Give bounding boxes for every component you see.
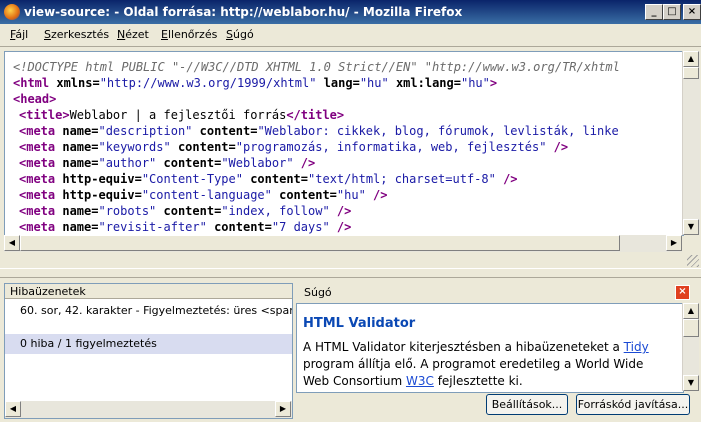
- help-text-line: program állítja elő. A programot eredeti…: [303, 357, 644, 371]
- error-list-header: Hibaüzenetek: [5, 284, 292, 299]
- scroll-up-icon[interactable]: ▲: [683, 51, 699, 67]
- menu-view[interactable]: Nézet: [117, 28, 149, 41]
- help-text-line: Web Consortium W3C fejlesztette ki.: [303, 374, 523, 388]
- error-list-panel: Hibaüzenetek 60. sor, 42. karakter - Fig…: [4, 283, 293, 419]
- fix-source-button[interactable]: Forráskód javítása...: [576, 394, 690, 415]
- source-line: <meta name="robots" content="index, foll…: [19, 204, 352, 218]
- pane-splitter[interactable]: [0, 268, 701, 278]
- scroll-down-icon[interactable]: ▼: [683, 219, 699, 235]
- close-icon[interactable]: ×: [675, 285, 690, 300]
- settings-button[interactable]: Beállítások...: [486, 394, 568, 415]
- error-list-item[interactable]: 60. sor, 42. karakter - Figyelmeztetés: …: [20, 304, 292, 317]
- scroll-left-icon[interactable]: ◀: [4, 235, 20, 251]
- source-line: <title>Weblabor | a fejlesztői forrás</t…: [19, 108, 345, 122]
- menu-help[interactable]: Súgó: [226, 28, 254, 41]
- menu-validation[interactable]: Ellenőrzés: [161, 28, 217, 41]
- tidy-link[interactable]: Tidy: [624, 340, 649, 354]
- maximize-button[interactable]: □: [663, 4, 681, 20]
- help-vertical-scrollbar[interactable]: ▲ ▼: [682, 303, 699, 391]
- w3c-link[interactable]: W3C: [406, 374, 434, 388]
- scroll-thumb[interactable]: [683, 319, 699, 337]
- help-header-label: Súgó: [304, 286, 332, 299]
- scroll-right-icon[interactable]: ▶: [275, 401, 291, 417]
- help-text-line: A HTML Validator kiterjesztésben a hibaü…: [303, 340, 649, 354]
- menu-bar: Fájl Szerkesztés Nézet Ellenőrzés Súgó: [0, 24, 701, 47]
- error-summary-label: 0 hiba / 1 figyelmeztetés: [20, 337, 157, 350]
- help-panel: Súgó × HTML Validator A HTML Validator k…: [296, 283, 699, 417]
- source-line: <meta name="author" content="Weblabor" /…: [19, 156, 316, 170]
- scroll-right-icon[interactable]: ▶: [666, 235, 682, 251]
- scroll-down-icon[interactable]: ▼: [683, 375, 699, 391]
- title-bar: view-source: - Oldal forrása: http://web…: [0, 0, 701, 24]
- menu-edit[interactable]: Szerkesztés: [44, 28, 109, 41]
- source-line: <meta name="description" content="Weblab…: [19, 124, 619, 138]
- source-vertical-scrollbar[interactable]: ▲ ▼: [682, 51, 700, 235]
- scroll-thumb[interactable]: [683, 67, 699, 79]
- help-title: HTML Validator: [303, 316, 416, 331]
- resize-grip-icon[interactable]: [687, 255, 699, 267]
- source-horizontal-scrollbar[interactable]: ◀ ▶: [4, 235, 682, 252]
- source-view[interactable]: <!DOCTYPE html PUBLIC "-//W3C//DTD XHTML…: [4, 51, 684, 236]
- source-line: <meta name="keywords" content="programoz…: [19, 140, 569, 154]
- help-header: Súgó ×: [296, 283, 698, 303]
- source-line: <html xmlns="http://www.w3.org/1999/xhtm…: [13, 76, 498, 90]
- close-button[interactable]: ×: [683, 4, 701, 20]
- source-line: <meta http-equiv="Content-Type" content=…: [19, 172, 518, 186]
- scroll-up-icon[interactable]: ▲: [683, 303, 699, 319]
- menu-file[interactable]: Fájl: [10, 28, 28, 41]
- scroll-left-icon[interactable]: ◀: [5, 401, 21, 417]
- source-line: <head>: [13, 92, 57, 106]
- error-list-horizontal-scrollbar[interactable]: ◀ ▶: [5, 401, 292, 418]
- source-line: <meta name="revisit-after" content="7 da…: [19, 220, 352, 234]
- help-content: HTML Validator A HTML Validator kiterjes…: [296, 303, 684, 393]
- error-summary-row[interactable]: 0 hiba / 1 figyelmeztetés: [5, 334, 292, 354]
- scroll-thumb[interactable]: [20, 235, 620, 251]
- source-line: <!DOCTYPE html PUBLIC "-//W3C//DTD XHTML…: [13, 60, 620, 74]
- window-title: view-source: - Oldal forrása: http://web…: [24, 5, 463, 19]
- firefox-icon: [4, 4, 20, 20]
- source-line: <meta http-equiv="content-language" cont…: [19, 188, 388, 202]
- minimize-button[interactable]: _: [645, 4, 663, 20]
